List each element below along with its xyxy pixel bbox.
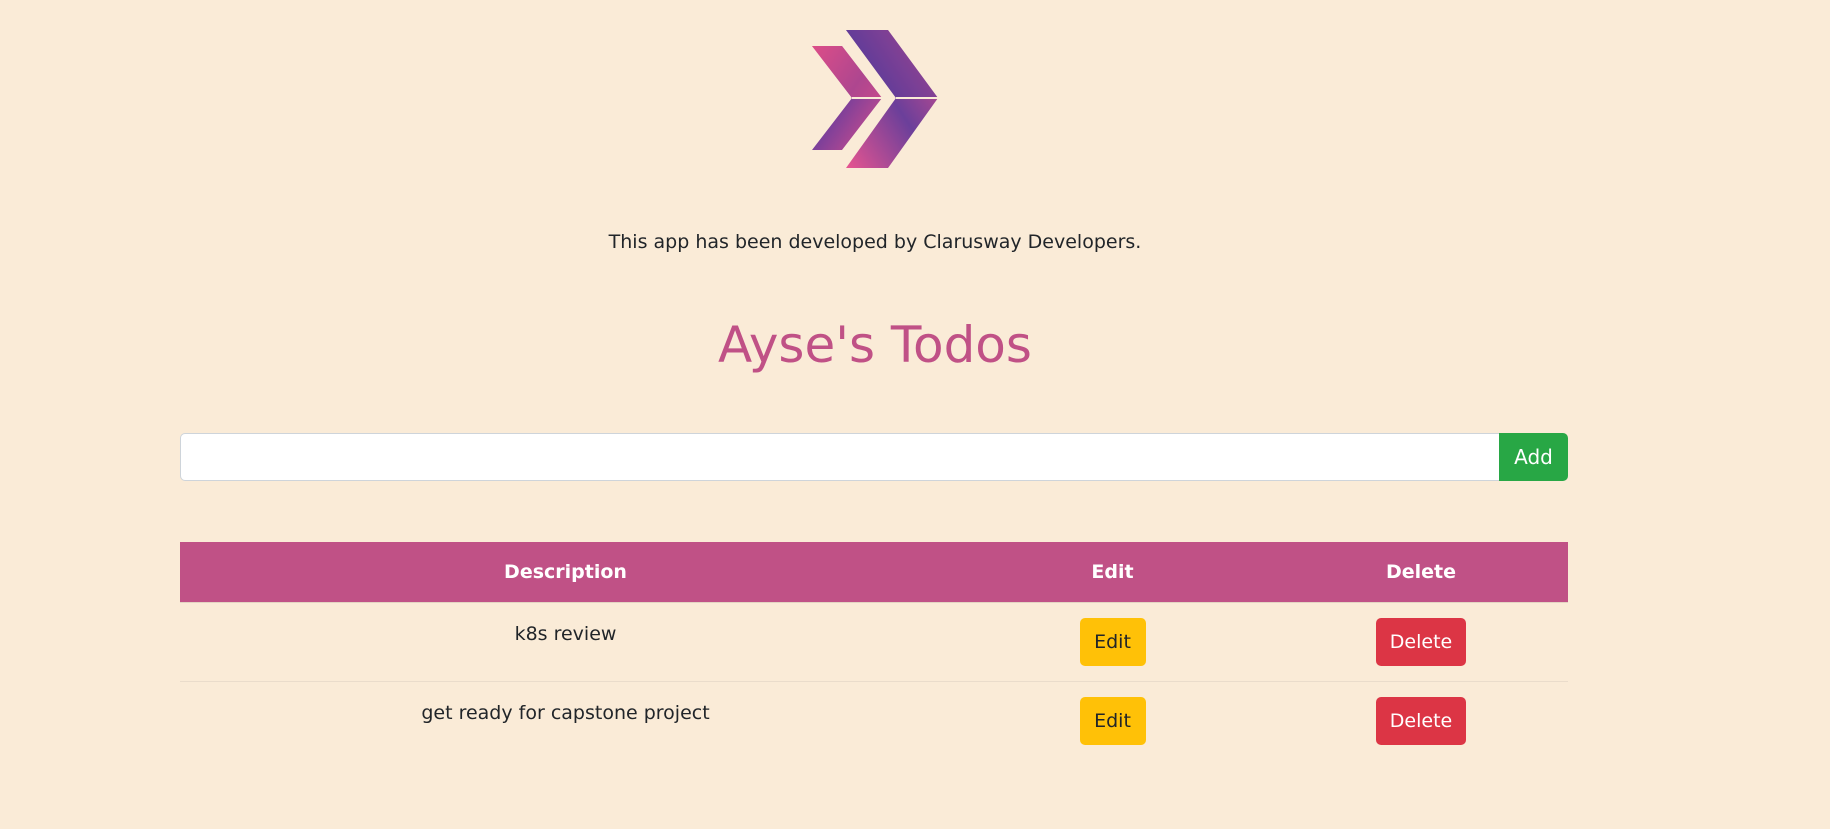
todo-description-cell: k8s review — [180, 602, 951, 682]
delete-cell: Delete — [1274, 681, 1568, 760]
page-title: Ayse's Todos — [718, 316, 1032, 374]
column-header-description: Description — [180, 542, 951, 603]
todo-input[interactable] — [180, 433, 1500, 481]
edit-cell: Edit — [951, 602, 1274, 682]
add-button[interactable]: Add — [1499, 433, 1568, 481]
table-row: k8s review Edit Delete — [180, 602, 1568, 682]
developer-credit: This app has been developed by Clarusway… — [608, 231, 1142, 253]
edit-button[interactable]: Edit — [1079, 697, 1146, 745]
table-row: get ready for capstone project Edit Dele… — [180, 681, 1568, 760]
todo-description-cell: get ready for capstone project — [180, 681, 951, 760]
delete-button[interactable]: Delete — [1376, 697, 1466, 745]
delete-cell: Delete — [1274, 602, 1568, 682]
delete-button[interactable]: Delete — [1376, 618, 1466, 666]
table-header-row: Description Edit Delete — [180, 542, 1568, 603]
todo-description: k8s review — [514, 623, 617, 645]
edit-button[interactable]: Edit — [1079, 618, 1146, 666]
todo-table: Description Edit Delete k8s review Edit … — [180, 542, 1568, 760]
column-header-edit: Edit — [951, 542, 1274, 603]
add-todo-form: Add — [180, 433, 1568, 481]
column-header-delete: Delete — [1274, 542, 1568, 603]
todo-description: get ready for capstone project — [421, 702, 710, 724]
edit-cell: Edit — [951, 681, 1274, 760]
clarusway-logo-icon — [810, 28, 940, 170]
